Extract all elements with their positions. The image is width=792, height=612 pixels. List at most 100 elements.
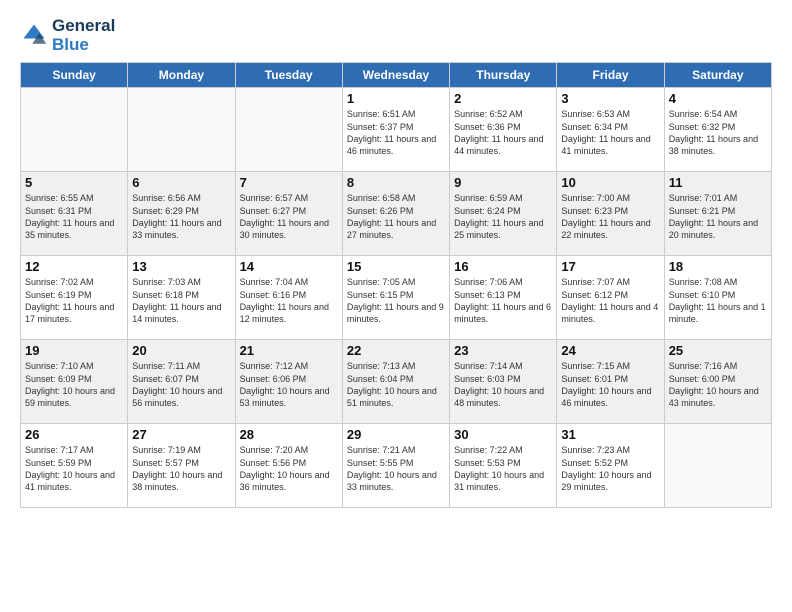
day-info: Sunrise: 7:12 AM Sunset: 6:06 PM Dayligh… xyxy=(240,360,338,409)
day-info: Sunrise: 7:23 AM Sunset: 5:52 PM Dayligh… xyxy=(561,444,659,493)
page-container: GeneralBlue SundayMondayTuesdayWednesday… xyxy=(0,0,792,612)
col-header-saturday: Saturday xyxy=(664,63,771,88)
day-info: Sunrise: 7:19 AM Sunset: 5:57 PM Dayligh… xyxy=(132,444,230,493)
calendar-cell: 21 Sunrise: 7:12 AM Sunset: 6:06 PM Dayli… xyxy=(235,340,342,424)
day-info: Sunrise: 7:14 AM Sunset: 6:03 PM Dayligh… xyxy=(454,360,552,409)
calendar-cell: 13 Sunrise: 7:03 AM Sunset: 6:18 PM Dayli… xyxy=(128,256,235,340)
day-info: Sunrise: 7:00 AM Sunset: 6:23 PM Dayligh… xyxy=(561,192,659,241)
calendar-cell xyxy=(664,424,771,508)
calendar-week-4: 19 Sunrise: 7:10 AM Sunset: 6:09 PM Dayli… xyxy=(21,340,772,424)
day-info: Sunrise: 7:03 AM Sunset: 6:18 PM Dayligh… xyxy=(132,276,230,325)
day-number: 22 xyxy=(347,343,445,358)
calendar-week-1: 1 Sunrise: 6:51 AM Sunset: 6:37 PM Daylig… xyxy=(21,88,772,172)
day-info: Sunrise: 6:54 AM Sunset: 6:32 PM Dayligh… xyxy=(669,108,767,157)
header: GeneralBlue xyxy=(20,16,772,54)
col-header-sunday: Sunday xyxy=(21,63,128,88)
calendar-week-5: 26 Sunrise: 7:17 AM Sunset: 5:59 PM Dayli… xyxy=(21,424,772,508)
calendar-cell: 4 Sunrise: 6:54 AM Sunset: 6:32 PM Daylig… xyxy=(664,88,771,172)
calendar-cell: 18Sunrise: 7:08 AM Sunset: 6:10 PM Dayli… xyxy=(664,256,771,340)
calendar-cell: 17 Sunrise: 7:07 AM Sunset: 6:12 PM Dayli… xyxy=(557,256,664,340)
day-number: 23 xyxy=(454,343,552,358)
calendar-cell: 19 Sunrise: 7:10 AM Sunset: 6:09 PM Dayli… xyxy=(21,340,128,424)
day-number: 30 xyxy=(454,427,552,442)
calendar-cell: 23 Sunrise: 7:14 AM Sunset: 6:03 PM Dayli… xyxy=(450,340,557,424)
calendar-cell: 10 Sunrise: 7:00 AM Sunset: 6:23 PM Dayli… xyxy=(557,172,664,256)
calendar-cell: 31 Sunrise: 7:23 AM Sunset: 5:52 PM Dayli… xyxy=(557,424,664,508)
day-info: Sunrise: 7:07 AM Sunset: 6:12 PM Dayligh… xyxy=(561,276,659,325)
calendar-cell: 22Sunrise: 7:13 AM Sunset: 6:04 PM Dayli… xyxy=(342,340,449,424)
calendar-cell: 9Sunrise: 6:59 AM Sunset: 6:24 PM Daylig… xyxy=(450,172,557,256)
day-info: Sunrise: 7:02 AM Sunset: 6:19 PM Dayligh… xyxy=(25,276,123,325)
day-number: 11 xyxy=(669,175,767,190)
day-number: 19 xyxy=(25,343,123,358)
day-number: 25 xyxy=(669,343,767,358)
day-number: 3 xyxy=(561,91,659,106)
day-info: Sunrise: 6:57 AM Sunset: 6:27 PM Dayligh… xyxy=(240,192,338,241)
day-info: Sunrise: 7:01 AM Sunset: 6:21 PM Dayligh… xyxy=(669,192,767,241)
day-info: Sunrise: 7:08 AM Sunset: 6:10 PM Dayligh… xyxy=(669,276,767,325)
day-info: Sunrise: 7:05 AM Sunset: 6:15 PM Dayligh… xyxy=(347,276,445,325)
day-info: Sunrise: 7:16 AM Sunset: 6:00 PM Dayligh… xyxy=(669,360,767,409)
day-number: 14 xyxy=(240,259,338,274)
calendar-week-3: 12 Sunrise: 7:02 AM Sunset: 6:19 PM Dayli… xyxy=(21,256,772,340)
day-number: 16 xyxy=(454,259,552,274)
calendar-cell: 2Sunrise: 6:52 AM Sunset: 6:36 PM Daylig… xyxy=(450,88,557,172)
day-info: Sunrise: 7:17 AM Sunset: 5:59 PM Dayligh… xyxy=(25,444,123,493)
day-number: 17 xyxy=(561,259,659,274)
col-header-monday: Monday xyxy=(128,63,235,88)
calendar-cell: 8Sunrise: 6:58 AM Sunset: 6:26 PM Daylig… xyxy=(342,172,449,256)
logo-icon xyxy=(20,21,48,49)
calendar-cell: 7 Sunrise: 6:57 AM Sunset: 6:27 PM Daylig… xyxy=(235,172,342,256)
day-number: 28 xyxy=(240,427,338,442)
day-info: Sunrise: 7:06 AM Sunset: 6:13 PM Dayligh… xyxy=(454,276,552,325)
day-number: 12 xyxy=(25,259,123,274)
calendar-cell xyxy=(21,88,128,172)
calendar-cell: 3Sunrise: 6:53 AM Sunset: 6:34 PM Daylig… xyxy=(557,88,664,172)
calendar-cell: 25 Sunrise: 7:16 AM Sunset: 6:00 PM Dayli… xyxy=(664,340,771,424)
calendar-week-2: 5 Sunrise: 6:55 AM Sunset: 6:31 PM Daylig… xyxy=(21,172,772,256)
calendar-cell: 1 Sunrise: 6:51 AM Sunset: 6:37 PM Daylig… xyxy=(342,88,449,172)
day-info: Sunrise: 6:55 AM Sunset: 6:31 PM Dayligh… xyxy=(25,192,123,241)
calendar-cell: 30 Sunrise: 7:22 AM Sunset: 5:53 PM Dayli… xyxy=(450,424,557,508)
day-info: Sunrise: 7:22 AM Sunset: 5:53 PM Dayligh… xyxy=(454,444,552,493)
day-number: 10 xyxy=(561,175,659,190)
day-number: 6 xyxy=(132,175,230,190)
calendar-table: SundayMondayTuesdayWednesdayThursdayFrid… xyxy=(20,62,772,508)
day-number: 13 xyxy=(132,259,230,274)
day-number: 15 xyxy=(347,259,445,274)
calendar-cell: 12 Sunrise: 7:02 AM Sunset: 6:19 PM Dayli… xyxy=(21,256,128,340)
calendar-cell: 14 Sunrise: 7:04 AM Sunset: 6:16 PM Dayli… xyxy=(235,256,342,340)
logo-text: GeneralBlue xyxy=(52,16,115,54)
day-number: 26 xyxy=(25,427,123,442)
day-number: 5 xyxy=(25,175,123,190)
day-info: Sunrise: 6:58 AM Sunset: 6:26 PM Dayligh… xyxy=(347,192,445,241)
day-number: 31 xyxy=(561,427,659,442)
day-number: 1 xyxy=(347,91,445,106)
col-header-tuesday: Tuesday xyxy=(235,63,342,88)
calendar-cell: 16 Sunrise: 7:06 AM Sunset: 6:13 PM Dayli… xyxy=(450,256,557,340)
calendar-cell: 26 Sunrise: 7:17 AM Sunset: 5:59 PM Dayli… xyxy=(21,424,128,508)
day-number: 21 xyxy=(240,343,338,358)
day-info: Sunrise: 6:52 AM Sunset: 6:36 PM Dayligh… xyxy=(454,108,552,157)
calendar-cell: 20Sunrise: 7:11 AM Sunset: 6:07 PM Dayli… xyxy=(128,340,235,424)
calendar-cell: 6Sunrise: 6:56 AM Sunset: 6:29 PM Daylig… xyxy=(128,172,235,256)
day-number: 4 xyxy=(669,91,767,106)
day-number: 29 xyxy=(347,427,445,442)
day-number: 20 xyxy=(132,343,230,358)
calendar-cell: 29 Sunrise: 7:21 AM Sunset: 5:55 PM Dayli… xyxy=(342,424,449,508)
calendar-header-row: SundayMondayTuesdayWednesdayThursdayFrid… xyxy=(21,63,772,88)
calendar-cell: 24Sunrise: 7:15 AM Sunset: 6:01 PM Dayli… xyxy=(557,340,664,424)
day-info: Sunrise: 7:21 AM Sunset: 5:55 PM Dayligh… xyxy=(347,444,445,493)
day-info: Sunrise: 6:51 AM Sunset: 6:37 PM Dayligh… xyxy=(347,108,445,157)
calendar-cell: 11 Sunrise: 7:01 AM Sunset: 6:21 PM Dayli… xyxy=(664,172,771,256)
calendar-cell xyxy=(235,88,342,172)
day-info: Sunrise: 7:15 AM Sunset: 6:01 PM Dayligh… xyxy=(561,360,659,409)
day-info: Sunrise: 7:04 AM Sunset: 6:16 PM Dayligh… xyxy=(240,276,338,325)
col-header-thursday: Thursday xyxy=(450,63,557,88)
day-number: 7 xyxy=(240,175,338,190)
calendar-cell: 27Sunrise: 7:19 AM Sunset: 5:57 PM Dayli… xyxy=(128,424,235,508)
calendar-cell: 5 Sunrise: 6:55 AM Sunset: 6:31 PM Daylig… xyxy=(21,172,128,256)
day-info: Sunrise: 7:10 AM Sunset: 6:09 PM Dayligh… xyxy=(25,360,123,409)
logo: GeneralBlue xyxy=(20,16,115,54)
col-header-wednesday: Wednesday xyxy=(342,63,449,88)
